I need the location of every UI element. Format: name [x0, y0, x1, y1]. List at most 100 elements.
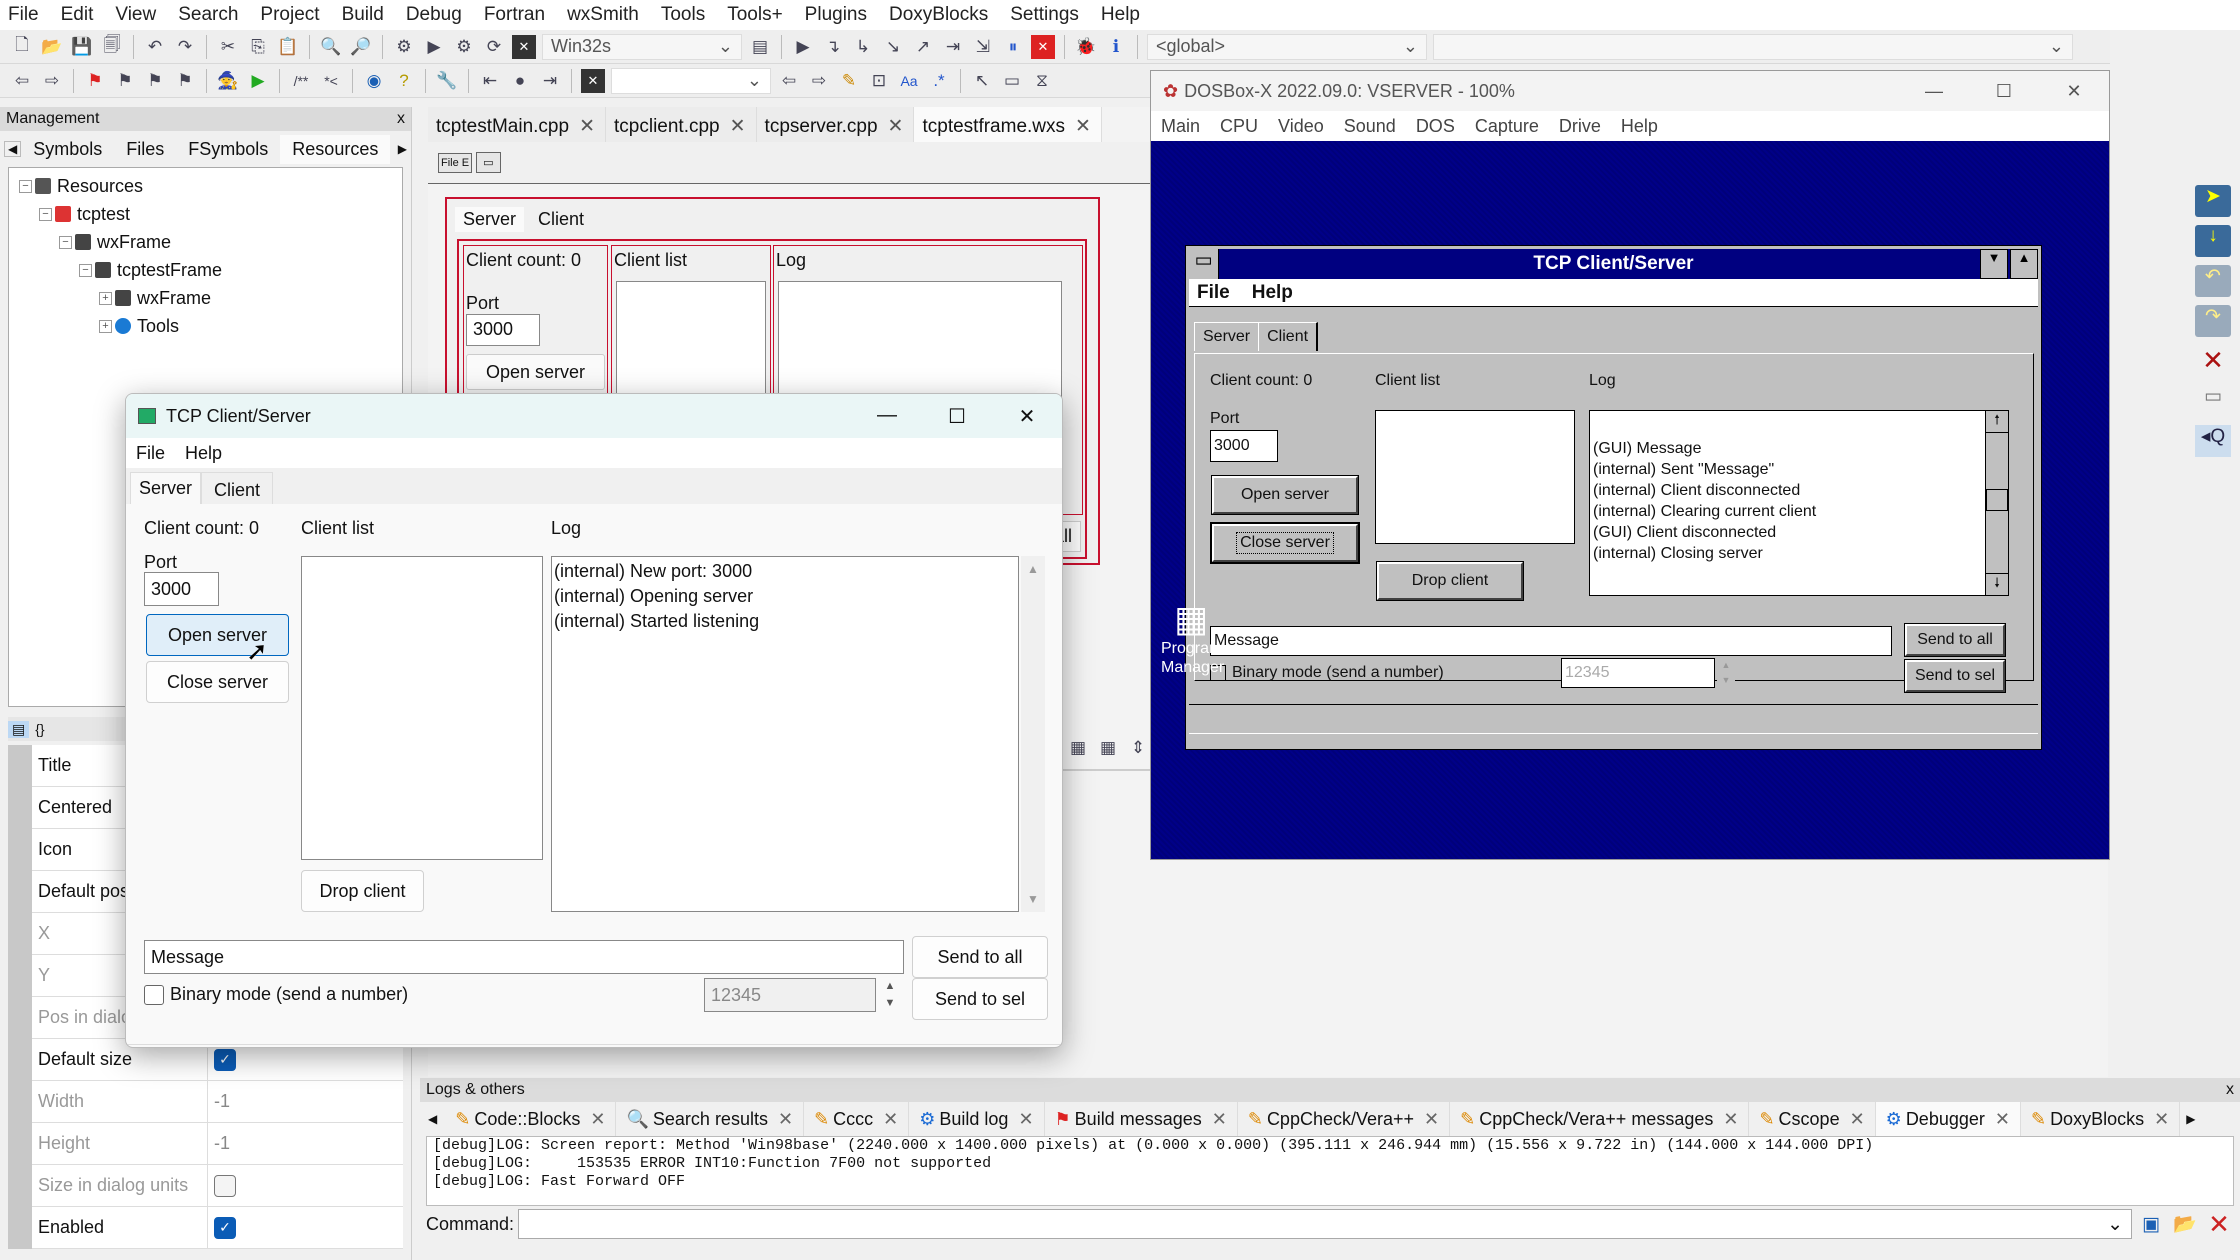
- menubar-designer-icon[interactable]: File E: [438, 152, 473, 173]
- editor-tab-tcptestmain-cpp[interactable]: tcptestMain.cpp ✕: [428, 107, 606, 142]
- win31-number-spinner[interactable]: ▲ ▼: [1717, 658, 1735, 688]
- logs-tab-debugger[interactable]: ⚙ Debugger ✕: [1875, 1102, 2021, 1136]
- property-row[interactable]: Enabled ✓: [32, 1207, 403, 1249]
- back-icon[interactable]: ⇦: [10, 69, 34, 93]
- logs-tab-search-results[interactable]: 🔍 Search results ✕: [616, 1102, 805, 1136]
- menu-project[interactable]: Project: [260, 4, 319, 26]
- build-target-combo[interactable]: Win32s ⌄: [542, 33, 742, 60]
- win31-titlebar[interactable]: ▭ TCP Client/Server ▼ ▲: [1189, 249, 2038, 279]
- property-checkbox[interactable]: ✓: [214, 1216, 236, 1239]
- win31-open-server[interactable]: Open server: [1211, 475, 1359, 515]
- undo-icon[interactable]: ↶: [143, 35, 167, 59]
- rect-icon[interactable]: ▭: [1000, 69, 1024, 93]
- tree-expander-icon[interactable]: −: [59, 235, 72, 249]
- logs-tab-cccc[interactable]: ✎ Cccc ✕: [804, 1102, 910, 1136]
- close-tab-icon[interactable]: ✕: [1850, 1109, 1865, 1130]
- command-input[interactable]: ⌄: [518, 1209, 2132, 1239]
- tree-expander-icon[interactable]: −: [19, 179, 32, 193]
- redo-icon[interactable]: ↷: [173, 35, 197, 59]
- number-field[interactable]: 12345: [704, 978, 876, 1012]
- client-list[interactable]: [301, 556, 543, 860]
- cut-icon[interactable]: ✂: [216, 35, 240, 59]
- dosbox-menu-sound[interactable]: Sound: [1344, 116, 1396, 137]
- win31-tab-server[interactable]: Server: [1194, 322, 1260, 351]
- tree-item[interactable]: − Resources: [19, 172, 392, 200]
- property-checkbox[interactable]: ✓: [214, 1048, 236, 1071]
- palette-widget-icon[interactable]: ▦: [1066, 736, 1090, 760]
- wizard-icon[interactable]: 🧙: [216, 69, 240, 93]
- debug-windows-icon[interactable]: 🐞: [1074, 35, 1098, 59]
- drop-client-button[interactable]: Drop client: [301, 870, 424, 912]
- highlight-icon[interactable]: ✎: [837, 69, 861, 93]
- close-tab-icon[interactable]: ✕: [1424, 1109, 1439, 1130]
- close-tab-icon[interactable]: ✕: [2154, 1109, 2169, 1130]
- win31-menu-help[interactable]: Help: [1252, 282, 1293, 304]
- new-file-icon[interactable]: 🗋: [10, 35, 34, 59]
- doxy-comment-icon[interactable]: /**: [289, 69, 313, 93]
- property-value[interactable]: ✓: [207, 1207, 403, 1248]
- close-tab-icon[interactable]: ✕: [1995, 1109, 2010, 1130]
- search-back-icon[interactable]: ⇦: [777, 69, 801, 93]
- dosbox-menu-cpu[interactable]: CPU: [1220, 116, 1258, 137]
- replace-icon[interactable]: 🔎: [349, 35, 373, 59]
- property-value[interactable]: -1: [207, 1081, 403, 1122]
- property-row[interactable]: Width -1: [32, 1081, 403, 1123]
- editor-tab-tcptestframe-wxs[interactable]: tcptestframe.wxs ✕: [914, 107, 1102, 142]
- build-run-icon[interactable]: ⚙: [452, 35, 476, 59]
- tree-item[interactable]: − wxFrame: [19, 228, 392, 256]
- maximize-button[interactable]: ▲: [2010, 249, 2038, 279]
- jump-back-icon[interactable]: ⇤: [478, 69, 502, 93]
- scroll-down-icon[interactable]: ▼: [1021, 892, 1045, 906]
- tab-symbols[interactable]: Symbols: [21, 135, 114, 164]
- win31-send-to-sel[interactable]: Send to sel: [1904, 659, 2006, 693]
- win31-message-field[interactable]: Message: [1210, 626, 1892, 656]
- bookmark-toggle-icon[interactable]: ⚑: [83, 69, 107, 93]
- win31-drop-client[interactable]: Drop client: [1376, 561, 1524, 601]
- close-tab-icon[interactable]: ✕: [730, 116, 746, 137]
- close-button[interactable]: ✕: [2039, 81, 2109, 102]
- tree-item[interactable]: − tcptestFrame: [19, 256, 392, 284]
- menu-debug[interactable]: Debug: [406, 4, 462, 26]
- log-scrollbar[interactable]: ▲ ▼: [1021, 556, 1045, 912]
- insert-before-icon[interactable]: ↓: [2195, 225, 2231, 257]
- win31-client-list[interactable]: [1375, 410, 1575, 544]
- pointer-icon[interactable]: ↖: [970, 69, 994, 93]
- build-gear-icon[interactable]: ⚙: [392, 35, 416, 59]
- binary-mode-checkbox[interactable]: [144, 984, 164, 1005]
- dosbox-menu-drive[interactable]: Drive: [1559, 116, 1601, 137]
- close-tab-icon[interactable]: ✕: [883, 1109, 898, 1130]
- properties-tab-icon[interactable]: ▤: [8, 720, 30, 738]
- app-menu-help[interactable]: Help: [185, 443, 222, 464]
- log-box[interactable]: (internal) New port: 3000 (internal) Open…: [551, 556, 1019, 912]
- menu-plugins[interactable]: Plugins: [805, 4, 867, 26]
- property-row[interactable]: Height -1: [32, 1123, 403, 1165]
- maximize-button[interactable]: ☐: [1969, 81, 2039, 102]
- save-all-icon[interactable]: 🗐: [100, 35, 124, 59]
- editor-tab-tcpserver-cpp[interactable]: tcpserver.cpp ✕: [756, 107, 915, 142]
- win31-tab-client[interactable]: Client: [1259, 322, 1319, 351]
- open-file-icon[interactable]: 📂: [40, 35, 64, 59]
- tab-scroll-left-icon[interactable]: ◀: [420, 1112, 445, 1126]
- find-icon[interactable]: 🔍: [319, 35, 343, 59]
- designer-tab-server[interactable]: Server: [455, 207, 525, 232]
- win31-port-field[interactable]: 3000: [1210, 430, 1278, 462]
- port-field[interactable]: 3000: [144, 572, 219, 606]
- menu-search[interactable]: Search: [178, 4, 238, 26]
- step-instruction-icon[interactable]: ⇲: [971, 35, 995, 59]
- forward-icon[interactable]: ⇨: [40, 69, 64, 93]
- insert-after-icon[interactable]: ↶: [2195, 265, 2231, 297]
- logs-tab-build-messages[interactable]: ⚑ Build messages ✕: [1045, 1102, 1238, 1136]
- tab-files[interactable]: Files: [114, 135, 176, 164]
- close-tab-icon[interactable]: ✕: [778, 1109, 793, 1130]
- logs-tab-code-blocks[interactable]: ✎ Code::Blocks ✕: [445, 1102, 617, 1136]
- delete-icon[interactable]: ✕: [2195, 345, 2231, 377]
- next-line-icon[interactable]: ↳: [851, 35, 875, 59]
- debug-run-icon[interactable]: ▶: [791, 35, 815, 59]
- info-icon[interactable]: ℹ: [1104, 35, 1128, 59]
- menu-tools[interactable]: Tools+: [727, 4, 782, 26]
- message-field[interactable]: Message: [144, 940, 904, 974]
- close-tab-icon[interactable]: ✕: [1723, 1109, 1738, 1130]
- system-menu-icon[interactable]: ▭: [1189, 249, 1219, 279]
- search-combo[interactable]: ⌄: [611, 67, 771, 94]
- menu-fortran[interactable]: Fortran: [484, 4, 545, 26]
